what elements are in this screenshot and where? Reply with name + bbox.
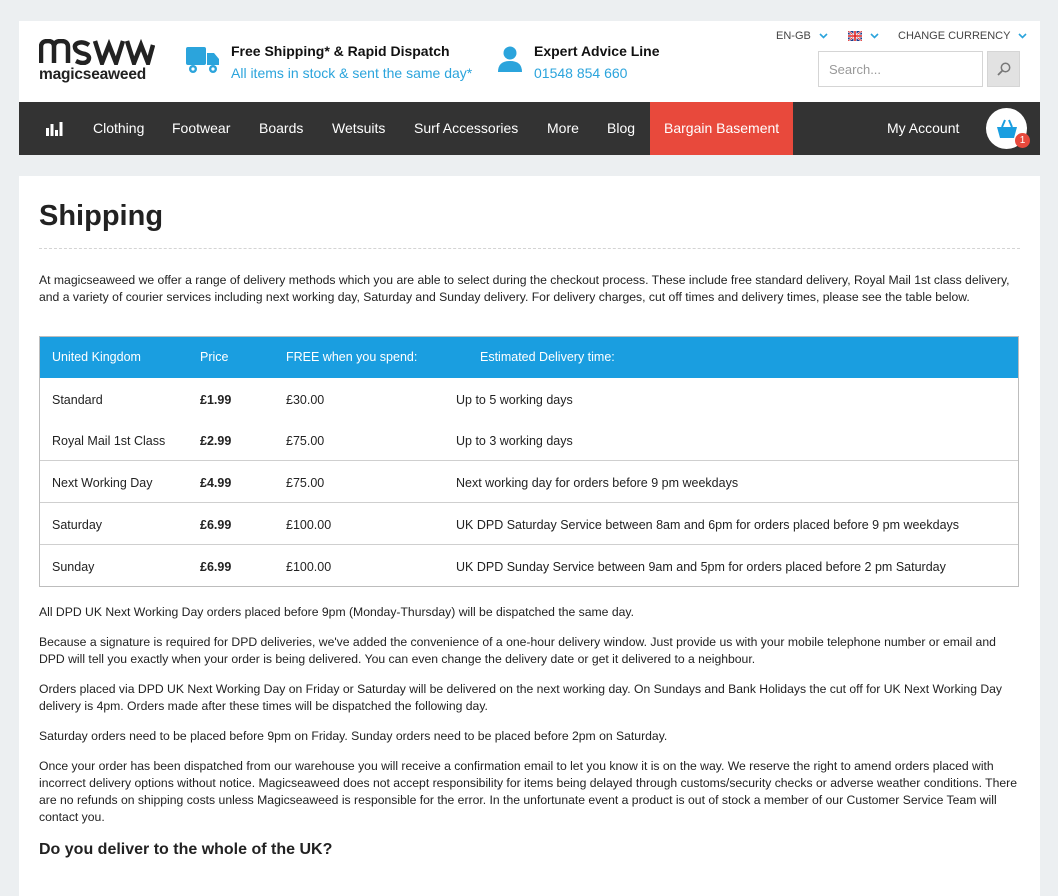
info-paragraph: Because a signature is required for DPD … [39, 635, 996, 666]
column-header: United Kingdom [52, 350, 141, 364]
currency-label: CHANGE CURRENCY [898, 30, 1011, 42]
page-title: Shipping [39, 200, 164, 232]
cell-free-threshold: £75.00 [286, 476, 325, 490]
table-row: Standard £1.99 £30.00 Up to 5 working da… [40, 378, 1018, 419]
faq-heading: Do you deliver to the whole of the UK? [39, 841, 333, 858]
nav-item-wetsuits[interactable]: Wetsuits [332, 102, 385, 155]
cell-free-threshold: £100.00 [286, 560, 332, 574]
table-header: United Kingdom Price FREE when you spend… [40, 337, 1018, 378]
column-header: Estimated Delivery time: [480, 350, 615, 364]
cell-delivery-time: Up to 3 working days [456, 434, 573, 448]
cart-count-badge: 1 [1015, 133, 1030, 148]
column-header: FREE when you spend: [286, 350, 418, 364]
nav-item-boards[interactable]: Boards [259, 102, 303, 155]
cell-price: £4.99 [200, 476, 232, 490]
nav-item-clothing[interactable]: Clothing [93, 102, 144, 155]
logo-text: magicseaweed [39, 66, 147, 83]
cell-delivery-time: Next working day for orders before 9 pm … [456, 476, 739, 490]
cell-delivery-time: UK DPD Saturday Service between 8am and … [456, 518, 960, 532]
language-label: EN-GB [776, 30, 811, 42]
usp-advice-title: Expert Advice Line [534, 43, 660, 59]
cell-method: Saturday [52, 518, 103, 532]
info-paragraph: Saturday orders need to be placed before… [39, 729, 668, 743]
column-header: Price [200, 350, 229, 364]
chevron-down-icon [819, 33, 828, 39]
cell-method: Sunday [52, 560, 95, 574]
nav-item-surf-accessories[interactable]: Surf Accessories [414, 102, 518, 155]
table-row-group: Standard £1.99 £30.00 Up to 5 working da… [40, 378, 1018, 460]
cell-free-threshold: £30.00 [286, 393, 325, 407]
table-row: Saturday £6.99 £100.00 UK DPD Saturday S… [40, 503, 1018, 544]
chevron-down-icon [870, 33, 879, 39]
logo[interactable]: magicseaweed [39, 39, 155, 83]
table-row-group: Next Working Day £4.99 £75.00 Next worki… [40, 460, 1018, 502]
country-selector[interactable] [847, 30, 879, 42]
info-paragraph: All DPD UK Next Working Day orders place… [39, 605, 634, 619]
search-box [818, 51, 983, 87]
uk-flag-icon [847, 30, 863, 42]
nav-item-blog[interactable]: Blog [607, 102, 635, 155]
truck-icon [186, 47, 219, 73]
table-row: Sunday £6.99 £100.00 UK DPD Sunday Servi… [40, 545, 1018, 586]
table-row-group: Saturday £6.99 £100.00 UK DPD Saturday S… [40, 502, 1018, 544]
table-row-group: Sunday £6.99 £100.00 UK DPD Sunday Servi… [40, 544, 1018, 586]
advice-phone-link[interactable]: 01548 854 660 [534, 65, 627, 81]
currency-selector[interactable]: CHANGE CURRENCY [898, 30, 1027, 42]
main-content: Shipping At magicseaweed we offer a rang… [19, 176, 1040, 896]
nav-item-more[interactable]: More [547, 102, 579, 155]
search-input[interactable] [819, 52, 982, 86]
usp-shipping-title: Free Shipping* & Rapid Dispatch [231, 43, 450, 59]
nav-item-bargain-basement[interactable]: Bargain Basement [650, 102, 794, 155]
main-nav: Clothing Footwear Boards Wetsuits Surf A… [19, 102, 1040, 155]
table-row: Next Working Day £4.99 £75.00 Next worki… [40, 461, 1018, 502]
shipping-table: United Kingdom Price FREE when you spend… [39, 336, 1019, 587]
cell-delivery-time: Up to 5 working days [456, 393, 573, 407]
cell-free-threshold: £100.00 [286, 518, 332, 532]
cell-method: Royal Mail 1st Class [52, 434, 166, 448]
search-button[interactable] [987, 51, 1020, 87]
site-header: magicseaweed Free Shipping* & Rapid Disp… [19, 21, 1040, 102]
title-divider [39, 248, 1020, 249]
intro-paragraph: At magicseaweed we offer a range of deli… [39, 273, 1010, 304]
cell-method: Next Working Day [52, 476, 153, 490]
basket-icon [996, 119, 1017, 138]
person-icon [498, 46, 522, 72]
logo-icon [39, 39, 155, 65]
info-paragraph: Once your order has been dispatched from… [39, 759, 1017, 824]
cell-price: £6.99 [200, 560, 232, 574]
usp-shipping-subtitle[interactable]: All items in stock & sent the same day* [231, 65, 472, 81]
chevron-down-icon [1018, 33, 1027, 39]
table-row: Royal Mail 1st Class £2.99 £75.00 Up to … [40, 419, 1018, 460]
cell-delivery-time: UK DPD Sunday Service between 9am and 5p… [456, 560, 946, 574]
info-paragraph: Orders placed via DPD UK Next Working Da… [39, 682, 1003, 713]
search-icon [996, 62, 1010, 76]
cart-button[interactable]: 1 [986, 108, 1030, 149]
bars-chart-icon[interactable] [46, 122, 63, 136]
my-account-link[interactable]: My Account [887, 102, 959, 155]
cell-free-threshold: £75.00 [286, 434, 325, 448]
nav-item-footwear[interactable]: Footwear [172, 102, 230, 155]
cell-price: £1.99 [200, 393, 232, 407]
cell-price: £2.99 [200, 434, 232, 448]
cell-price: £6.99 [200, 518, 232, 532]
language-selector[interactable]: EN-GB [776, 30, 828, 42]
cell-method: Standard [52, 393, 103, 407]
